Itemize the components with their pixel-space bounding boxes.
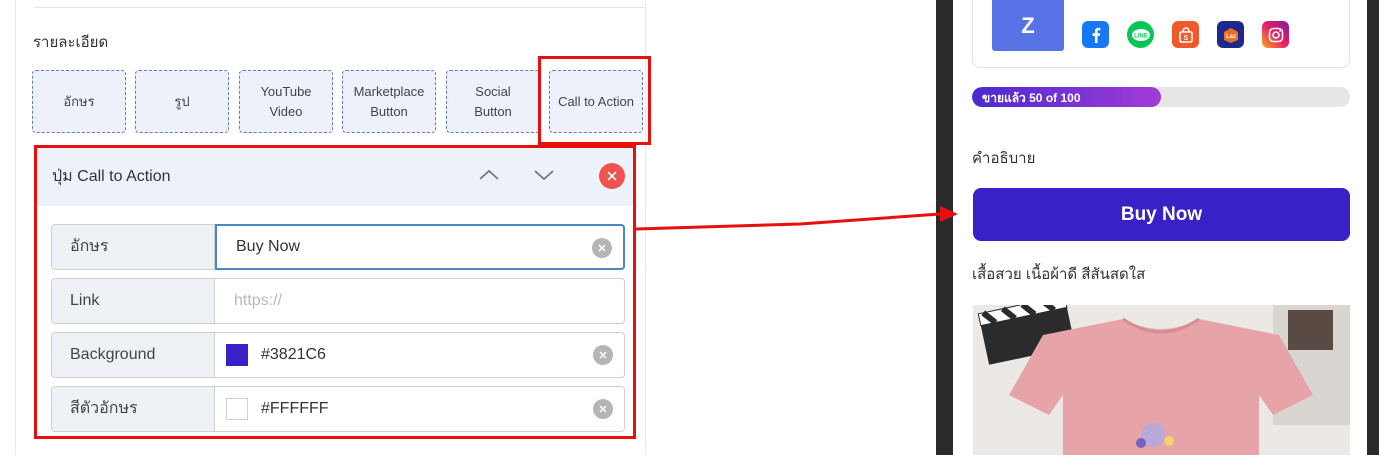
text-input-value: Buy Now — [236, 238, 301, 255]
sales-progress-label: ขายแล้ว 50 of 100 — [982, 91, 1081, 105]
close-icon — [607, 171, 617, 181]
chevron-up-icon[interactable] — [478, 167, 500, 183]
text-color-swatch[interactable] — [226, 398, 248, 420]
clear-icon — [598, 244, 606, 252]
product-image — [973, 305, 1350, 455]
clear-text-color-button[interactable] — [593, 399, 613, 419]
instagram-icon[interactable] — [1262, 21, 1289, 48]
type-button-youtube[interactable]: YouTube Video — [239, 70, 333, 133]
background-field-row: Background #3821C6 — [51, 332, 625, 378]
background-color-swatch[interactable] — [226, 344, 248, 366]
section-title: รายละเอียด — [33, 34, 109, 51]
cta-settings-panel: ปุ่ม Call to Action อักษร Buy Now Link h… — [36, 147, 633, 437]
clear-icon — [599, 351, 607, 359]
panel-header: ปุ่ม Call to Action — [36, 147, 633, 206]
link-field-label: Link — [52, 279, 215, 323]
lazada-icon[interactable]: Laz — [1217, 21, 1244, 48]
type-button-image[interactable]: รูป — [135, 70, 229, 133]
text-color-field-label: สีตัวอักษร — [52, 387, 215, 431]
svg-text:Laz: Laz — [1225, 34, 1235, 40]
text-input[interactable]: Buy Now — [215, 224, 625, 270]
background-input-value: #3821C6 — [261, 346, 326, 363]
svg-text:LINE: LINE — [1134, 33, 1148, 39]
avatar: Z — [992, 0, 1064, 51]
background-input[interactable]: #3821C6 — [215, 333, 624, 377]
text-color-input[interactable]: #FFFFFF — [215, 387, 624, 431]
clear-text-button[interactable] — [592, 238, 612, 258]
text-color-input-value: #FFFFFF — [261, 400, 329, 417]
link-field-row: Link https:// — [51, 278, 625, 324]
chevron-down-icon[interactable] — [533, 167, 555, 183]
type-button-cta[interactable]: Call to Action — [549, 70, 643, 133]
panel-title: ปุ่ม Call to Action — [52, 168, 171, 185]
link-input[interactable]: https:// — [215, 279, 624, 323]
text-color-field-row: สีตัวอักษร #FFFFFF — [51, 386, 625, 432]
screen: รายละเอียด อักษร รูป YouTube Video Marke… — [0, 0, 1379, 455]
shopee-icon[interactable]: S — [1172, 21, 1199, 48]
description-title: คำอธิบาย — [972, 150, 1036, 167]
type-button-text[interactable]: อักษร — [32, 70, 126, 133]
buy-now-button[interactable]: Buy Now — [973, 188, 1350, 241]
svg-text:S: S — [1183, 35, 1188, 42]
clear-icon — [599, 405, 607, 413]
divider — [34, 7, 645, 8]
text-field-label: อักษร — [52, 225, 215, 269]
type-button-marketplace[interactable]: Marketplace Button — [342, 70, 436, 133]
text-field-row: อักษร Buy Now — [51, 224, 625, 270]
facebook-icon[interactable] — [1082, 21, 1109, 48]
link-input-placeholder: https:// — [234, 292, 283, 309]
type-button-social[interactable]: Social Button — [446, 70, 540, 133]
background-field-label: Background — [52, 333, 215, 377]
close-button[interactable] — [599, 163, 625, 189]
product-description: เสื้อสวย เนื้อผ้าดี สีสันสดใส — [972, 266, 1146, 283]
clear-background-button[interactable] — [593, 345, 613, 365]
line-icon[interactable]: LINE — [1127, 21, 1154, 48]
